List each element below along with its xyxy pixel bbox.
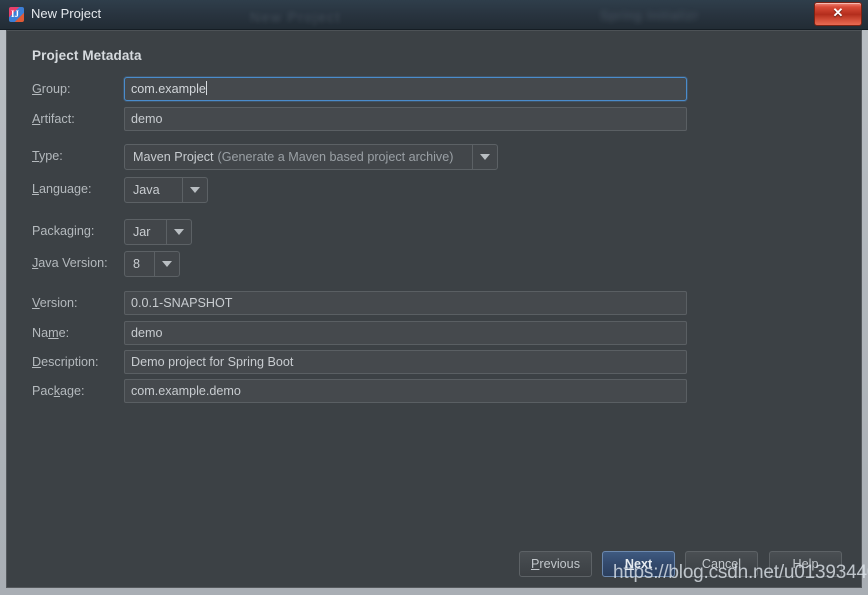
input-description-value: Demo project for Spring Boot — [131, 355, 294, 369]
chevron-down-icon[interactable] — [154, 252, 179, 276]
chevron-down-icon[interactable] — [472, 145, 497, 169]
intellij-idea-icon — [9, 7, 24, 22]
dropdown-packaging-value: Jar — [133, 225, 151, 239]
dropdown-language[interactable]: Java — [124, 177, 208, 203]
input-name-value: demo — [131, 326, 163, 340]
label-artifact: Artifact: — [32, 112, 75, 126]
dropdown-type[interactable]: Maven Project (Generate a Maven based pro… — [124, 144, 498, 170]
label-type: Type: — [32, 149, 63, 163]
label-language: Language: — [32, 182, 92, 196]
label-version: Version: — [32, 296, 78, 310]
watermark-url: https://blog.csdn.net/u013934408 — [613, 562, 868, 583]
previous-button[interactable]: Previous — [519, 551, 592, 577]
previous-button-label: Previous — [530, 557, 580, 571]
label-java-version: Java Version: — [32, 256, 108, 270]
dropdown-language-value: Java — [133, 183, 160, 197]
background-window-ghost-text-2: Spring Initializr — [600, 8, 699, 23]
chevron-down-icon[interactable] — [182, 178, 207, 202]
window-title: New Project — [31, 6, 102, 21]
label-package: Package: — [32, 384, 85, 398]
label-packaging: Packaging: — [32, 224, 95, 238]
title-bar: New Project Spring Initializr New Projec… — [0, 0, 868, 30]
application-window: New Project Spring Initializr New Projec… — [0, 0, 868, 595]
input-artifact[interactable]: demo — [124, 107, 687, 131]
input-group-value: com.example — [131, 82, 206, 96]
dropdown-packaging[interactable]: Jar — [124, 219, 192, 245]
input-description[interactable]: Demo project for Spring Boot — [124, 350, 687, 374]
dropdown-java-version[interactable]: 8 — [124, 251, 180, 277]
input-package[interactable]: com.example.demo — [124, 379, 687, 403]
input-version[interactable]: 0.0.1-SNAPSHOT — [124, 291, 687, 315]
label-group: Group: — [32, 82, 71, 96]
section-title-project-metadata: Project Metadata — [32, 48, 142, 63]
input-name[interactable]: demo — [124, 321, 687, 345]
dropdown-type-value: Maven Project (Generate a Maven based pro… — [133, 150, 454, 164]
input-package-value: com.example.demo — [131, 384, 241, 398]
dropdown-java-version-value: 8 — [133, 257, 141, 271]
new-project-dialog: Project Metadata Group: com.example Arti… — [6, 30, 862, 588]
chevron-down-icon[interactable] — [166, 220, 191, 244]
close-button[interactable]: ✕ — [814, 2, 862, 26]
input-version-value: 0.0.1-SNAPSHOT — [131, 296, 233, 310]
label-name: Name: — [32, 326, 70, 340]
input-group[interactable]: com.example — [124, 77, 687, 101]
close-icon: ✕ — [832, 5, 844, 20]
text-caret — [205, 81, 207, 95]
background-window-ghost-text-1: New Project — [250, 9, 341, 25]
input-artifact-value: demo — [131, 112, 163, 126]
label-description: Description: — [32, 355, 99, 369]
